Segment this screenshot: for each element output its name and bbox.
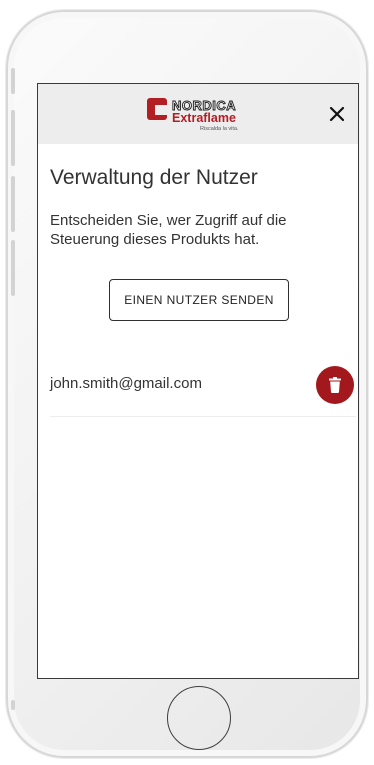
side-button-volume-down — [11, 176, 15, 232]
send-user-button[interactable]: EINEN NUTZER SENDEN — [109, 279, 289, 321]
delete-user-button[interactable] — [316, 366, 354, 404]
trash-icon — [329, 377, 341, 393]
brand-logo: NORDICA Extraflame Riscalda la vita. — [147, 96, 255, 134]
user-list-item: john.smith@gmail.com — [50, 364, 356, 417]
side-button-lower — [11, 700, 15, 710]
side-button-volume-up — [11, 110, 15, 166]
user-email: john.smith@gmail.com — [50, 375, 202, 392]
side-button-mute — [11, 68, 15, 94]
side-button-power — [11, 240, 15, 296]
page-description: Entscheiden Sie, wer Zugriff auf die Ste… — [50, 212, 287, 248]
close-icon[interactable] — [326, 103, 348, 125]
home-button[interactable] — [167, 686, 231, 750]
svg-text:Riscalda la vita.: Riscalda la vita. — [200, 126, 239, 132]
header-bar: NORDICA Extraflame Riscalda la vita. — [38, 84, 358, 144]
svg-text:Extraflame: Extraflame — [172, 111, 236, 125]
page-title: Verwaltung der Nutzer — [50, 166, 258, 189]
app-screen: NORDICA Extraflame Riscalda la vita. Ver… — [37, 83, 359, 679]
